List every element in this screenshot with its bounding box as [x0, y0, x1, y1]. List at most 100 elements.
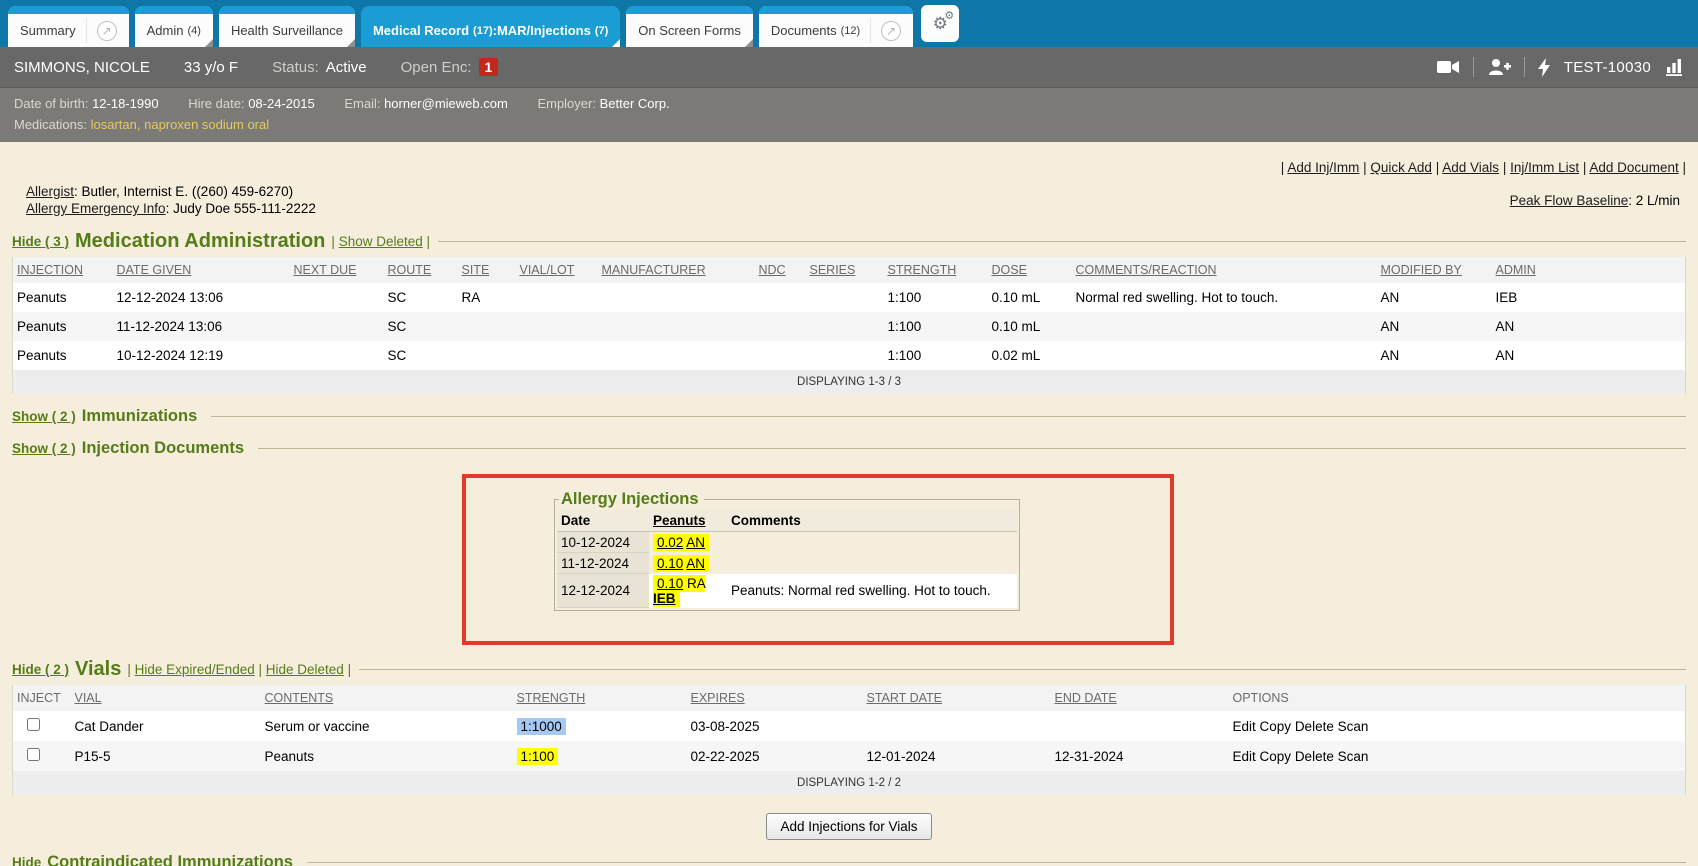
cell-modified-by: AN	[1377, 283, 1492, 312]
col-contents[interactable]: CONTENTS	[261, 685, 513, 711]
col-manufacturer[interactable]: MANUFACTURER	[598, 257, 755, 283]
col-series[interactable]: SERIES	[806, 257, 884, 283]
col-vial[interactable]: VIAL	[71, 685, 261, 711]
col-injection[interactable]: INJECTION	[13, 257, 113, 283]
allergist-link[interactable]: Allergist	[26, 184, 74, 199]
hide-expired-link[interactable]: Hide Expired/Ended	[135, 662, 255, 677]
tab-summary[interactable]: Summary ↗	[8, 6, 129, 47]
tab-admin-count: (4)	[187, 25, 200, 37]
delete-link[interactable]: Delete	[1295, 719, 1334, 734]
popout-icon[interactable]: ↗	[881, 21, 901, 41]
col-next-due[interactable]: NEXT DUE	[290, 257, 384, 283]
cell-site	[458, 312, 516, 341]
gears-icon-small: ⚙	[944, 9, 954, 22]
dose-link[interactable]: 0.10	[657, 556, 683, 571]
vials-table: INJECT VIAL CONTENTS STRENGTH EXPIRES ST…	[12, 685, 1686, 795]
dose-link[interactable]: 0.10	[657, 576, 683, 591]
tab-settings-button[interactable]: ⚙ ⚙	[921, 5, 959, 42]
tab-on-screen-forms[interactable]: On Screen Forms	[626, 6, 753, 47]
displaying-count: DISPLAYING 1-3 / 3	[13, 370, 1686, 394]
dob-value: 12-18-1990	[92, 96, 159, 111]
cell-route: SC	[384, 283, 458, 312]
cell-route: SC	[384, 312, 458, 341]
col-dose[interactable]: DOSE	[988, 257, 1072, 283]
cell-vial-lot	[516, 283, 598, 312]
tab-documents[interactable]: Documents (12) ↗	[759, 6, 913, 47]
hire-date-label: Hire date:	[188, 96, 244, 111]
tab-medical-record[interactable]: Medical Record (17) :MAR/Injections (7)	[361, 6, 620, 47]
cell-next-due	[290, 341, 384, 370]
contraindicated-hide-link[interactable]: Hide	[12, 855, 41, 866]
edit-link[interactable]: Edit	[1233, 719, 1256, 734]
separator: |	[1503, 160, 1507, 175]
delete-link[interactable]: Delete	[1295, 749, 1334, 764]
quick-add-link[interactable]: Quick Add	[1370, 160, 1432, 175]
cell-injection: Peanuts	[13, 341, 113, 370]
allergy-injections-title: Allergy Injections	[559, 490, 704, 509]
scan-link[interactable]: Scan	[1338, 719, 1369, 734]
med-admin-header-row: INJECTION DATE GIVEN NEXT DUE ROUTE SITE…	[13, 257, 1686, 283]
cell-series	[806, 341, 884, 370]
medication-link-naproxen[interactable]: naproxen sodium oral	[144, 117, 269, 132]
cell-dose: 0.02 AN	[649, 532, 727, 553]
add-injections-for-vials-button[interactable]: Add Injections for Vials	[766, 813, 931, 840]
injection-documents-show-link[interactable]: Show ( 2 )	[12, 441, 76, 456]
col-vial-lot[interactable]: VIAL/LOT	[516, 257, 598, 283]
col-start-date[interactable]: START DATE	[863, 685, 1051, 711]
table-row: Cat Dander Serum or vaccine 1:1000 03-08…	[13, 711, 1686, 741]
vial-inject-checkbox[interactable]	[27, 718, 40, 731]
copy-link[interactable]: Copy	[1260, 719, 1292, 734]
col-modified-by[interactable]: MODIFIED BY	[1377, 257, 1492, 283]
medications-label: Medications:	[14, 117, 87, 132]
col-route[interactable]: ROUTE	[384, 257, 458, 283]
allergist-value: : Butler, Internist E. ((260) 459-6270)	[74, 184, 293, 199]
med-admin-hide-link[interactable]: Hide ( 3 )	[12, 234, 69, 249]
col-expires[interactable]: EXPIRES	[687, 685, 863, 711]
col-date: Date	[557, 510, 649, 532]
add-vials-link[interactable]: Add Vials	[1442, 160, 1499, 175]
vials-hide-link[interactable]: Hide ( 2 )	[12, 662, 69, 677]
peak-flow-link[interactable]: Peak Flow Baseline	[1510, 193, 1629, 208]
medications-row: Medications: losartan, naproxen sodium o…	[14, 114, 1684, 135]
hide-deleted-link[interactable]: Hide Deleted	[266, 662, 344, 677]
col-ndc[interactable]: NDC	[755, 257, 806, 283]
popout-icon[interactable]: ↗	[97, 21, 117, 41]
add-document-link[interactable]: Add Document	[1589, 160, 1678, 175]
add-user-icon[interactable]	[1487, 58, 1511, 76]
cell-end-date: 12-31-2024	[1051, 741, 1229, 771]
tab-admin[interactable]: Admin (4)	[135, 6, 213, 47]
medication-link-losartan[interactable]: losartan	[91, 117, 137, 132]
initials-link[interactable]: AN	[686, 535, 705, 550]
inj-imm-list-link[interactable]: Inj/Imm List	[1510, 160, 1579, 175]
immunizations-show-link[interactable]: Show ( 2 )	[12, 409, 76, 424]
tab-medrec-count2: (7)	[595, 25, 608, 37]
col-peanuts[interactable]: Peanuts	[649, 510, 727, 532]
col-date-given[interactable]: DATE GIVEN	[113, 257, 290, 283]
col-admin[interactable]: ADMIN	[1492, 257, 1686, 283]
cell-route: SC	[384, 341, 458, 370]
col-comments[interactable]: COMMENTS/REACTION	[1072, 257, 1377, 283]
initials-link[interactable]: AN	[686, 556, 705, 571]
scan-link[interactable]: Scan	[1338, 749, 1369, 764]
col-strength[interactable]: STRENGTH	[884, 257, 988, 283]
chart-stats-icon[interactable]	[1664, 58, 1684, 76]
table-row: P15-5 Peanuts 1:100 02-22-2025 12-01-202…	[13, 741, 1686, 771]
col-site[interactable]: SITE	[458, 257, 516, 283]
show-deleted-link[interactable]: Show Deleted	[339, 234, 423, 249]
vial-inject-checkbox[interactable]	[27, 748, 40, 761]
allergy-emergency-info-link[interactable]: Allergy Emergency Info	[26, 201, 166, 216]
video-camera-icon[interactable]	[1436, 58, 1460, 76]
tab-health-surveillance[interactable]: Health Surveillance	[219, 6, 355, 47]
initials-link[interactable]: IEB	[653, 591, 676, 606]
quick-actions-bolt-icon[interactable]	[1538, 58, 1551, 77]
copy-link[interactable]: Copy	[1260, 749, 1292, 764]
cell-expires: 02-22-2025	[687, 741, 863, 771]
edit-link[interactable]: Edit	[1233, 749, 1256, 764]
cell-date: 10-12-2024	[557, 532, 649, 553]
col-end-date[interactable]: END DATE	[1051, 685, 1229, 711]
dose-link[interactable]: 0.02	[657, 535, 683, 550]
open-enc-badge[interactable]: 1	[479, 58, 499, 76]
cell-series	[806, 312, 884, 341]
col-strength[interactable]: STRENGTH	[513, 685, 687, 711]
add-inj-imm-link[interactable]: Add Inj/Imm	[1287, 160, 1359, 175]
